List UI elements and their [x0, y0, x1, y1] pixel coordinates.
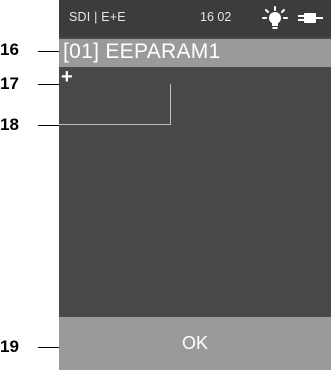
plug-icon — [298, 13, 323, 23]
callout-18: 18 — [0, 115, 19, 134]
cursor-horizontal-line — [59, 124, 171, 125]
callout-16: 16 — [0, 40, 19, 59]
ok-button[interactable]: OK — [59, 317, 331, 370]
status-time: 16 02 — [200, 10, 232, 24]
bulb-icon — [262, 6, 288, 29]
plus-marker[interactable]: + — [61, 66, 73, 89]
cursor-vertical-line — [170, 84, 171, 124]
device-screen: SDI | E+E 16 02 [01] EEPARAM1 + OK — [59, 0, 331, 370]
status-mode: SDI | E+E — [69, 10, 126, 24]
status-bar: SDI | E+E 16 02 — [59, 0, 331, 37]
callout-19: 19 — [0, 337, 19, 356]
title-bar[interactable]: [01] EEPARAM1 — [59, 39, 331, 67]
page-title: [01] EEPARAM1 — [63, 40, 221, 63]
callout-17: 17 — [0, 74, 19, 93]
